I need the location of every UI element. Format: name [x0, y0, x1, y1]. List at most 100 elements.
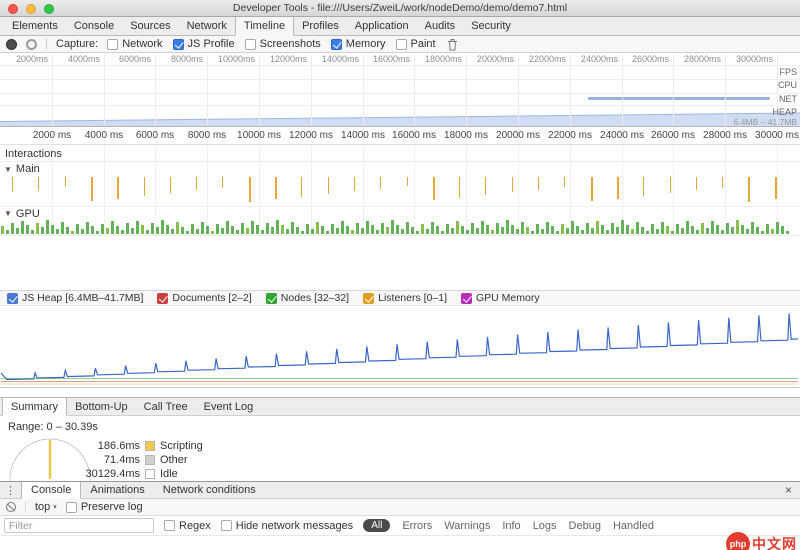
gpu-activity-bar — [281, 225, 284, 234]
checkbox-icon — [164, 520, 175, 531]
gpu-activity-bar — [286, 229, 289, 234]
trash-icon[interactable] — [447, 38, 458, 51]
tab-audits[interactable]: Audits — [417, 17, 464, 35]
tab-profiles[interactable]: Profiles — [294, 17, 347, 35]
main-section-header[interactable]: ▼ Main — [0, 162, 800, 176]
overview-row-label-cpu: CPU — [778, 80, 797, 90]
tab-security[interactable]: Security — [463, 17, 519, 35]
network-activity-bar — [588, 97, 770, 100]
level-logs[interactable]: Logs — [533, 520, 557, 532]
capture-network-checkbox[interactable]: Network — [107, 38, 162, 50]
tab-summary[interactable]: Summary — [2, 398, 67, 416]
context-selector-value: top — [35, 501, 50, 513]
ruler-label: 8000 ms — [181, 130, 233, 141]
capture-options: Network JS Profile Screenshots Memory Paint — [107, 38, 435, 50]
gpu-track[interactable] — [0, 220, 800, 236]
capture-option-label: Network — [122, 38, 162, 50]
gpu-activity-bar — [211, 231, 214, 234]
gpu-activity-bar — [646, 231, 649, 234]
level-all[interactable]: All — [363, 519, 390, 532]
close-window-button[interactable] — [8, 4, 18, 14]
drawer-tab-network-conditions[interactable]: Network conditions — [154, 482, 265, 498]
gpu-activity-bar — [756, 227, 759, 234]
row-divider — [0, 93, 800, 94]
gpu-activity-bar — [221, 228, 224, 234]
tab-application[interactable]: Application — [347, 17, 417, 35]
tab-network[interactable]: Network — [179, 17, 235, 35]
heap-overview-area — [0, 104, 800, 126]
level-debug[interactable]: Debug — [569, 520, 601, 532]
legend-item-listeners[interactable]: Listeners [0–1] — [363, 292, 447, 304]
hide-network-messages-checkbox[interactable]: Hide network messages — [221, 520, 353, 532]
gpu-activity-bar — [176, 222, 179, 234]
zoom-window-button[interactable] — [44, 4, 54, 14]
flame-event-tick — [433, 177, 435, 200]
gpu-activity-bar — [456, 221, 459, 234]
gpu-section-header[interactable]: ▼ GPU — [0, 206, 800, 220]
gpu-activity-bar — [66, 227, 69, 234]
tab-timeline[interactable]: Timeline — [235, 17, 294, 36]
level-errors[interactable]: Errors — [402, 520, 432, 532]
tab-elements[interactable]: Elements — [4, 17, 66, 35]
memory-chart[interactable] — [0, 307, 800, 388]
main-flamechart-track[interactable] — [0, 176, 800, 206]
timeline-overview[interactable]: 6.4MB – 41.7MB 2000ms4000ms6000ms8000ms1… — [0, 53, 800, 127]
execution-context-selector[interactable]: top ▾ — [35, 501, 57, 513]
level-warnings[interactable]: Warnings — [444, 520, 490, 532]
legend-item-nodes[interactable]: Nodes [32–32] — [266, 292, 349, 304]
record-icon[interactable] — [6, 39, 17, 50]
gpu-activity-bar — [731, 227, 734, 234]
gpu-activity-bar — [711, 221, 714, 234]
gpu-activity-bar — [96, 231, 99, 234]
clear-console-icon[interactable] — [6, 502, 16, 512]
gpu-activity-bar — [581, 230, 584, 234]
gpu-activity-bar — [206, 226, 209, 234]
traffic-lights — [8, 4, 54, 14]
capture-paint-checkbox[interactable]: Paint — [396, 38, 436, 50]
gpu-activity-bar — [441, 231, 444, 234]
ruler-label: 28000 ms — [699, 130, 751, 141]
legend-item-documents[interactable]: Documents [2–2] — [157, 292, 251, 304]
drawer-tab-console[interactable]: Console — [21, 482, 81, 499]
gpu-activity-bar — [31, 230, 34, 234]
level-info[interactable]: Info — [502, 520, 520, 532]
interactions-track[interactable]: Interactions — [0, 145, 800, 162]
gpu-activity-bar — [781, 226, 784, 234]
gpu-activity-bar — [181, 227, 184, 234]
gpu-activity-bar — [631, 229, 634, 234]
summary-time: 71.4ms — [78, 454, 140, 466]
preserve-log-checkbox[interactable]: Preserve log — [66, 501, 143, 513]
level-handled[interactable]: Handled — [613, 520, 654, 532]
console-messages-area[interactable] — [0, 536, 800, 550]
tab-event-log[interactable]: Event Log — [196, 398, 262, 415]
filter-input[interactable] — [4, 518, 154, 533]
drawer-tab-animations[interactable]: Animations — [81, 482, 153, 498]
minimize-window-button[interactable] — [26, 4, 36, 14]
tab-call-tree[interactable]: Call Tree — [136, 398, 196, 415]
clear-recording-icon[interactable] — [26, 39, 37, 50]
legend-item-gpu[interactable]: GPU Memory — [461, 292, 540, 304]
gpu-activity-bar — [506, 220, 509, 234]
capture-js-profile-checkbox[interactable]: JS Profile — [173, 38, 235, 50]
legend-item-js[interactable]: JS Heap [6.4MB–41.7MB] — [7, 292, 143, 304]
overview-ruler-label: 10000ms — [205, 54, 255, 64]
details-tabbar: SummaryBottom-UpCall TreeEvent Log — [0, 397, 800, 416]
regex-checkbox[interactable]: Regex — [164, 520, 211, 532]
tab-console[interactable]: Console — [66, 17, 122, 35]
gpu-activity-bar — [136, 221, 139, 234]
close-icon[interactable]: × — [777, 482, 800, 498]
tab-bottom-up[interactable]: Bottom-Up — [67, 398, 136, 415]
interactions-label: Interactions — [5, 148, 62, 160]
tab-sources[interactable]: Sources — [122, 17, 178, 35]
capture-memory-checkbox[interactable]: Memory — [331, 38, 386, 50]
summary-row: 71.4msOther — [78, 454, 203, 465]
capture-screenshots-checkbox[interactable]: Screenshots — [245, 38, 321, 50]
menu-icon[interactable]: ⋮ — [0, 482, 21, 498]
series-checkbox-icon — [363, 293, 374, 304]
series-checkbox-icon — [461, 293, 472, 304]
legend-label: Listeners [0–1] — [378, 292, 447, 304]
gpu-activity-bar — [41, 227, 44, 234]
series-checkbox-icon — [266, 293, 277, 304]
gpu-activity-bar — [431, 222, 434, 234]
gpu-activity-bar — [611, 223, 614, 234]
